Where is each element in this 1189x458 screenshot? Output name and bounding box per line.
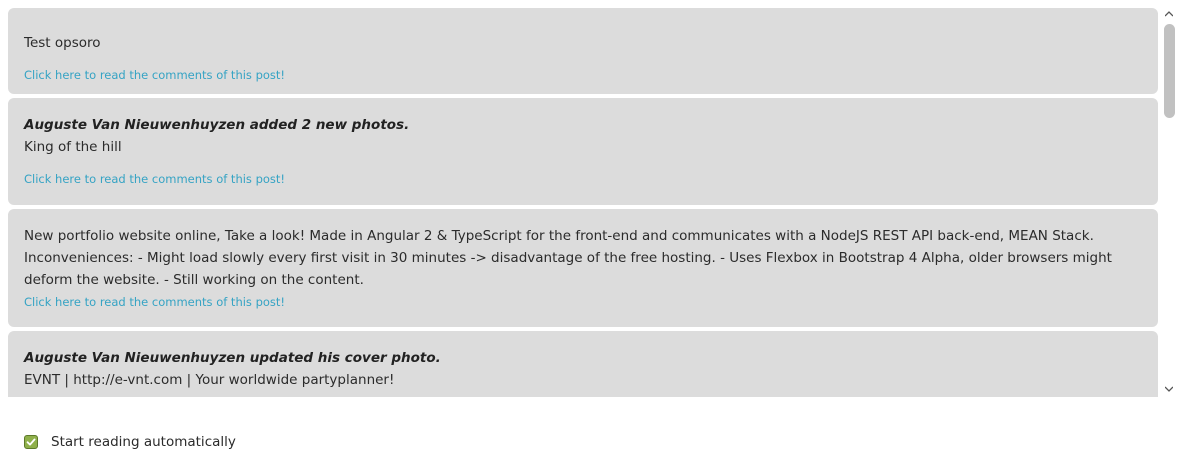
post-text: Test opsoro	[24, 35, 101, 51]
auto-read-toggle[interactable]: Start reading automatically	[24, 433, 236, 451]
chevron-up-icon[interactable]	[1164, 10, 1174, 20]
post-text: New portfolio website online, Take a loo…	[24, 228, 1112, 288]
post-heading: Auguste Van Nieuwenhuyzen added 2 new ph…	[24, 117, 410, 133]
post-heading: Auguste Van Nieuwenhuyzen updated his co…	[24, 350, 441, 366]
read-comments-link[interactable]: Click here to read the comments of this …	[24, 168, 285, 190]
read-comments-link[interactable]: Click here to read the comments of this …	[24, 291, 285, 313]
chevron-down-icon[interactable]	[1164, 385, 1174, 395]
auto-read-label: Start reading automatically	[51, 434, 236, 450]
post-card: Auguste Van Nieuwenhuyzen updated his co…	[8, 331, 1158, 397]
feed-list: Test opsoro Click here to read the comme…	[8, 8, 1158, 397]
read-comments-link[interactable]: Click here to read the comments of this …	[24, 64, 285, 86]
post-card: Test opsoro Click here to read the comme…	[8, 8, 1158, 94]
checkmark-icon	[26, 438, 36, 446]
feed-scrollbar[interactable]	[1162, 8, 1176, 397]
post-text: EVNT | http://e-vnt.com | Your worldwide…	[24, 372, 395, 388]
post-card: New portfolio website online, Take a loo…	[8, 209, 1158, 327]
feed-viewport: Test opsoro Click here to read the comme…	[0, 0, 1189, 397]
auto-read-checkbox[interactable]	[24, 435, 38, 449]
post-card: Auguste Van Nieuwenhuyzen added 2 new ph…	[8, 98, 1158, 205]
scroll-thumb[interactable]	[1164, 24, 1175, 118]
post-text: King of the hill	[24, 139, 122, 155]
